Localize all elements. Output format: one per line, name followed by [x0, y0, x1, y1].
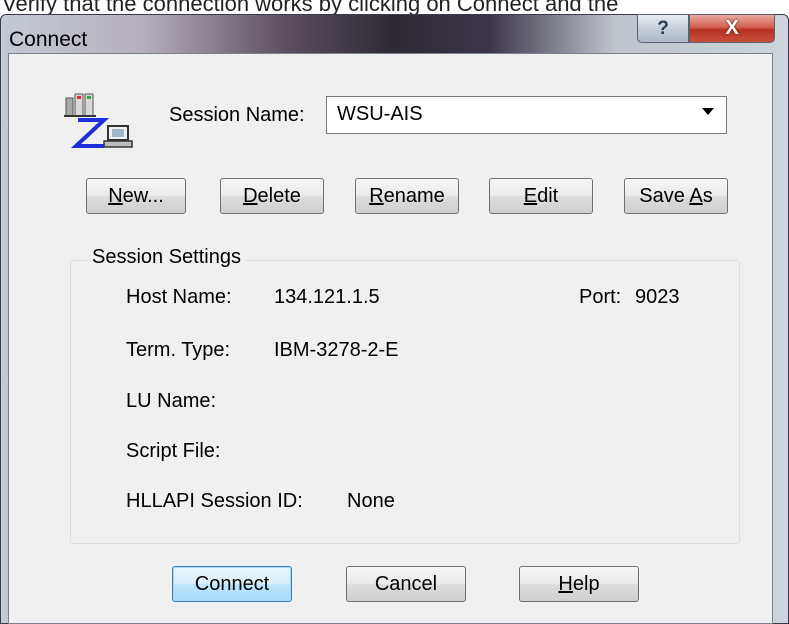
dialog-body: Session Name: WSU-AIS New... Delete Rena…	[8, 53, 773, 624]
port-label: Port:	[579, 286, 622, 308]
host-name-label: Host Name:	[126, 286, 232, 308]
connect-dialog: Connect ? X Session Name: WSU-AIS New...…	[0, 14, 789, 624]
question-mark-icon: ?	[657, 17, 669, 39]
new-button[interactable]: New...	[86, 178, 186, 214]
host-name-value: 134.121.1.5	[274, 286, 380, 308]
port-value: 9023	[635, 286, 680, 308]
term-type-label: Term. Type:	[126, 339, 231, 361]
session-connection-icon	[64, 93, 133, 148]
hllapi-session-id-label: HLLAPI Session ID:	[126, 490, 303, 512]
context-help-button[interactable]: ?	[637, 14, 689, 43]
title-bar[interactable]: Connect ? X	[1, 14, 788, 53]
lu-name-label: LU Name:	[126, 390, 217, 412]
connect-button[interactable]: Connect	[172, 566, 292, 602]
term-type-value: IBM-3278-2-E	[274, 339, 399, 361]
help-button[interactable]: Help	[519, 566, 639, 602]
hllapi-session-id-value: None	[347, 490, 395, 512]
background-text-line: Verify that the connection works by clic…	[2, 0, 619, 14]
close-icon: X	[725, 17, 739, 39]
session-settings-title: Session Settings	[87, 246, 246, 269]
edit-button[interactable]: Edit	[489, 178, 593, 214]
chevron-down-icon[interactable]	[702, 108, 714, 115]
background-document-text: Verify that the connection works by clic…	[0, 0, 789, 14]
close-button[interactable]: X	[689, 14, 775, 43]
rename-button[interactable]: Rename	[355, 178, 459, 214]
script-file-label: Script File:	[126, 440, 221, 462]
session-name-dropdown[interactable]: WSU-AIS	[326, 96, 727, 134]
delete-button[interactable]: Delete	[220, 178, 324, 214]
session-name-value: WSU-AIS	[337, 103, 423, 125]
session-name-label: Session Name:	[169, 104, 305, 126]
save-as-button[interactable]: Save As	[624, 178, 728, 214]
dialog-title: Connect	[9, 28, 88, 51]
cancel-button[interactable]: Cancel	[346, 566, 466, 602]
